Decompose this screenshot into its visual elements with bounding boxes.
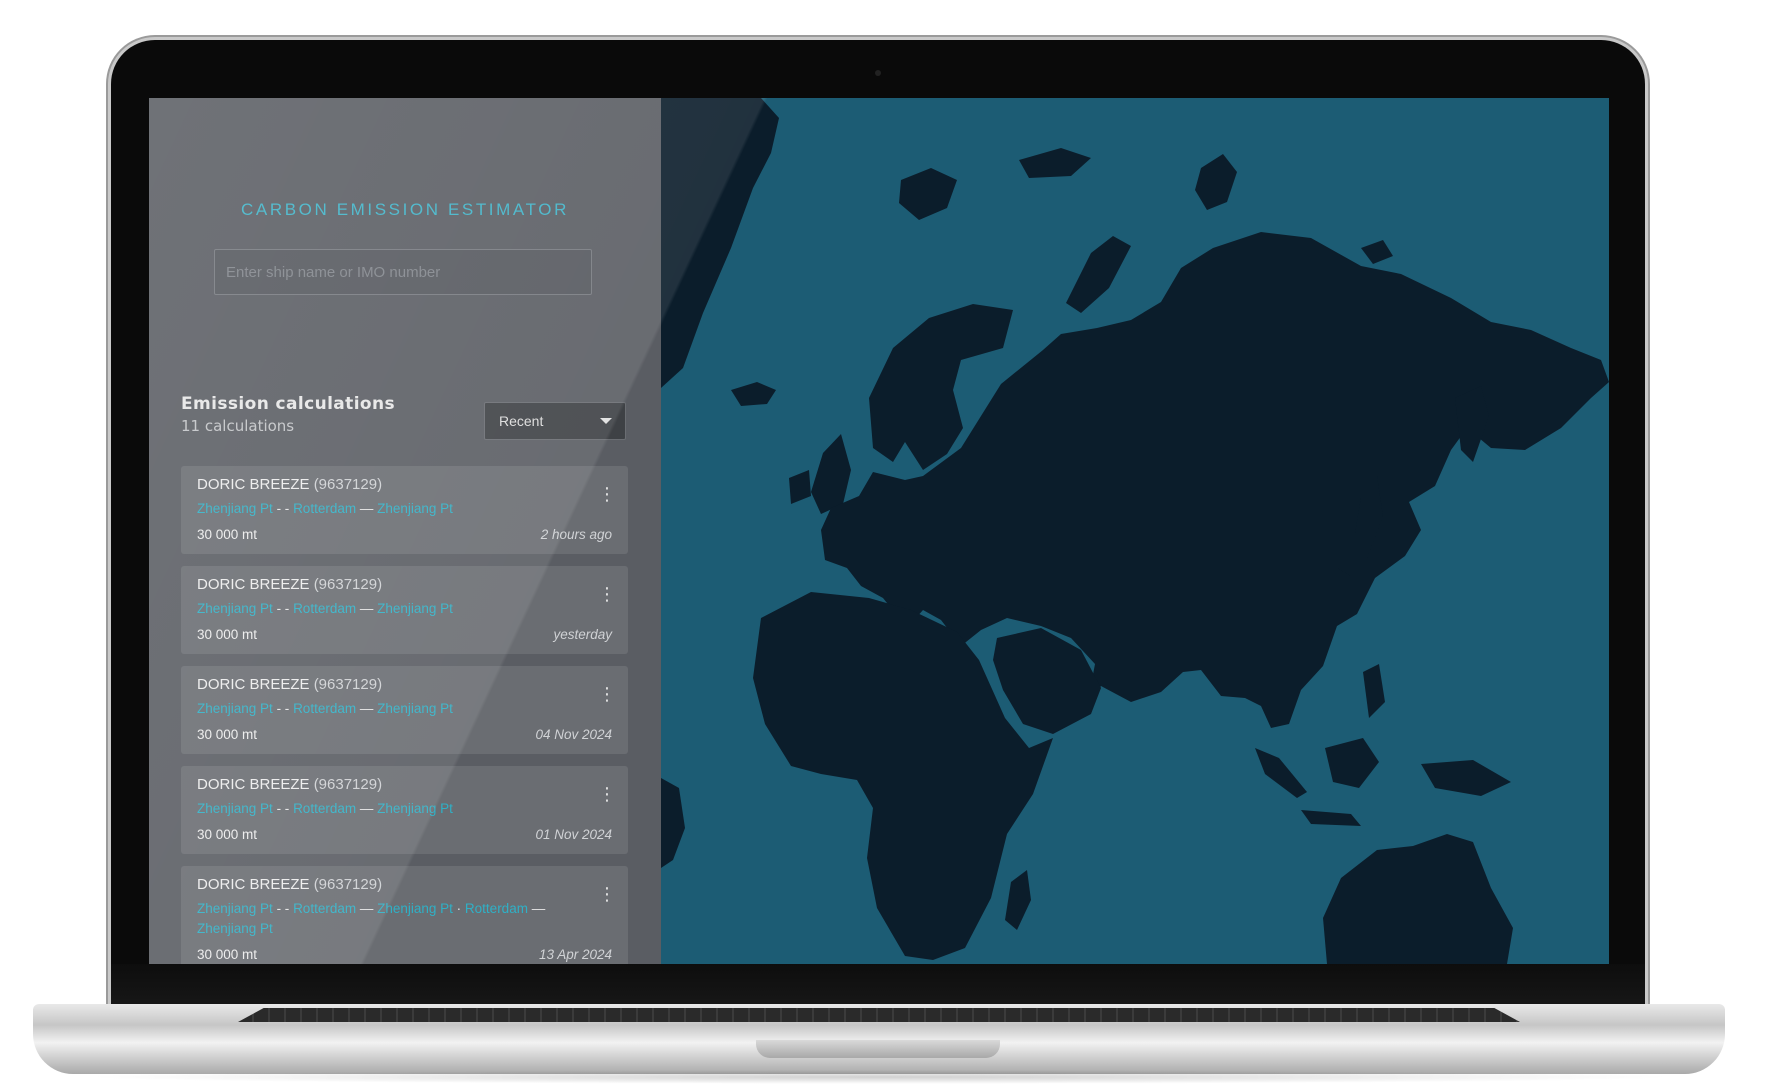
calculation-card[interactable]: DORIC BREEZE (9637129) Zhenjiang Pt - - R… [181,866,628,964]
route-port[interactable]: Zhenjiang Pt [377,601,453,616]
ship-imo: (9637129) [313,876,383,893]
ship-name: DORIC BREEZE [197,576,310,593]
world-map-svg [661,98,1609,964]
app-screen: CARBON EMISSION ESTIMATOR Emission calcu… [149,98,1609,964]
ship-name: DORIC BREEZE [197,676,310,693]
route-separator: — [356,701,378,716]
calculation-card[interactable]: DORIC BREEZE (9637129) Zhenjiang Pt - - R… [181,566,628,654]
route-port[interactable]: Rotterdam [293,601,356,616]
route-port[interactable]: Zhenjiang Pt [197,501,273,516]
route-port[interactable]: Zhenjiang Pt [377,501,453,516]
route-separator: - - [272,801,294,816]
ship-name: DORIC BREEZE [197,876,310,893]
card-meta: 30 000 mt 13 Apr 2024 [197,947,612,962]
calculation-count: 11 calculations [181,417,295,435]
card-meta: 30 000 mt yesterday [197,627,612,642]
ship-imo: (9637129) [313,776,383,793]
card-meta: 30 000 mt 01 Nov 2024 [197,827,612,842]
ship-title: DORIC BREEZE (9637129) [197,676,612,693]
ship-imo: (9637129) [313,676,383,693]
route: Zhenjiang Pt - - Rotterdam — Zhenjiang P… [197,499,612,519]
route-separator: - - [272,701,294,716]
ship-title: DORIC BREEZE (9637129) [197,876,612,893]
calculation-card[interactable]: DORIC BREEZE (9637129) Zhenjiang Pt - - R… [181,666,628,754]
calculation-time: 04 Nov 2024 [535,727,612,742]
route: Zhenjiang Pt - - Rotterdam — Zhenjiang P… [197,799,612,819]
route-port[interactable]: Rotterdam [293,701,356,716]
calculation-time: yesterday [553,627,612,642]
emission-amount: 30 000 mt [197,727,258,742]
camera-icon [875,70,881,76]
calculation-time: 2 hours ago [540,527,612,542]
kebab-menu-icon[interactable]: ⋮ [598,884,616,906]
ship-name: DORIC BREEZE [197,776,310,793]
card-meta: 30 000 mt 2 hours ago [197,527,612,542]
kebab-menu-icon[interactable]: ⋮ [598,584,616,606]
route-separator: - - [272,601,294,616]
kebab-menu-icon[interactable]: ⋮ [598,784,616,806]
sort-dropdown[interactable]: Recent [484,402,626,440]
emission-amount: 30 000 mt [197,527,258,542]
ship-title: DORIC BREEZE (9637129) [197,776,612,793]
list-header: Emission calculations 11 calculations [181,394,395,435]
route-port[interactable]: Zhenjiang Pt [197,601,273,616]
route-separator: — [356,501,378,516]
route-port[interactable]: Zhenjiang Pt [377,701,453,716]
world-map[interactable] [661,98,1609,964]
route-port[interactable]: Rotterdam [293,801,356,816]
ship-imo: (9637129) [313,476,383,493]
route-port[interactable]: Zhenjiang Pt [377,901,453,916]
route: Zhenjiang Pt - - Rotterdam — Zhenjiang P… [197,599,612,619]
laptop-bottom-bezel [111,964,1645,1006]
route-port[interactable]: Rotterdam [293,501,356,516]
emission-amount: 30 000 mt [197,627,258,642]
route-port[interactable]: Zhenjiang Pt [197,701,273,716]
route-port[interactable]: Rotterdam [293,901,356,916]
card-meta: 30 000 mt 04 Nov 2024 [197,727,612,742]
app-title: CARBON EMISSION ESTIMATOR [241,200,569,219]
route-separator: · [452,901,465,916]
route-separator: — [527,901,546,916]
route: Zhenjiang Pt - - Rotterdam — Zhenjiang P… [197,699,612,719]
route-separator: — [356,901,378,916]
route-port[interactable]: Zhenjiang Pt [197,801,273,816]
ship-imo: (9637129) [313,576,383,593]
route-separator: - - [272,901,294,916]
list-title: Emission calculations [181,394,396,414]
ship-title: DORIC BREEZE (9637129) [197,476,612,493]
route-separator: - - [272,501,294,516]
ship-title: DORIC BREEZE (9637129) [197,576,612,593]
calculation-card[interactable]: DORIC BREEZE (9637129) Zhenjiang Pt - - R… [181,766,628,854]
route-separator: — [356,601,378,616]
sort-dropdown-label: Recent [499,413,544,429]
calculation-time: 01 Nov 2024 [535,827,612,842]
route-port[interactable]: Zhenjiang Pt [197,901,273,916]
calculation-time: 13 Apr 2024 [538,947,612,962]
laptop-keyboard [238,1008,1520,1022]
laptop-thumb-notch [756,1040,1000,1058]
emission-amount: 30 000 mt [197,827,258,842]
calculation-card[interactable]: DORIC BREEZE (9637129) Zhenjiang Pt - - R… [181,466,628,554]
calculation-list: DORIC BREEZE (9637129) Zhenjiang Pt - - R… [181,466,628,964]
route: Zhenjiang Pt - - Rotterdam — Zhenjiang P… [197,899,612,939]
route-separator: — [356,801,378,816]
sidebar: CARBON EMISSION ESTIMATOR Emission calcu… [149,98,661,964]
route-port[interactable]: Zhenjiang Pt [377,801,453,816]
chevron-down-icon [600,418,612,424]
ship-search-input[interactable] [214,249,592,295]
laptop-shadow [80,1070,1680,1084]
ship-name: DORIC BREEZE [197,476,310,493]
kebab-menu-icon[interactable]: ⋮ [598,484,616,506]
route-port[interactable]: Rotterdam [465,901,528,916]
route-port[interactable]: Zhenjiang Pt [197,921,273,936]
kebab-menu-icon[interactable]: ⋮ [598,684,616,706]
emission-amount: 30 000 mt [197,947,258,962]
